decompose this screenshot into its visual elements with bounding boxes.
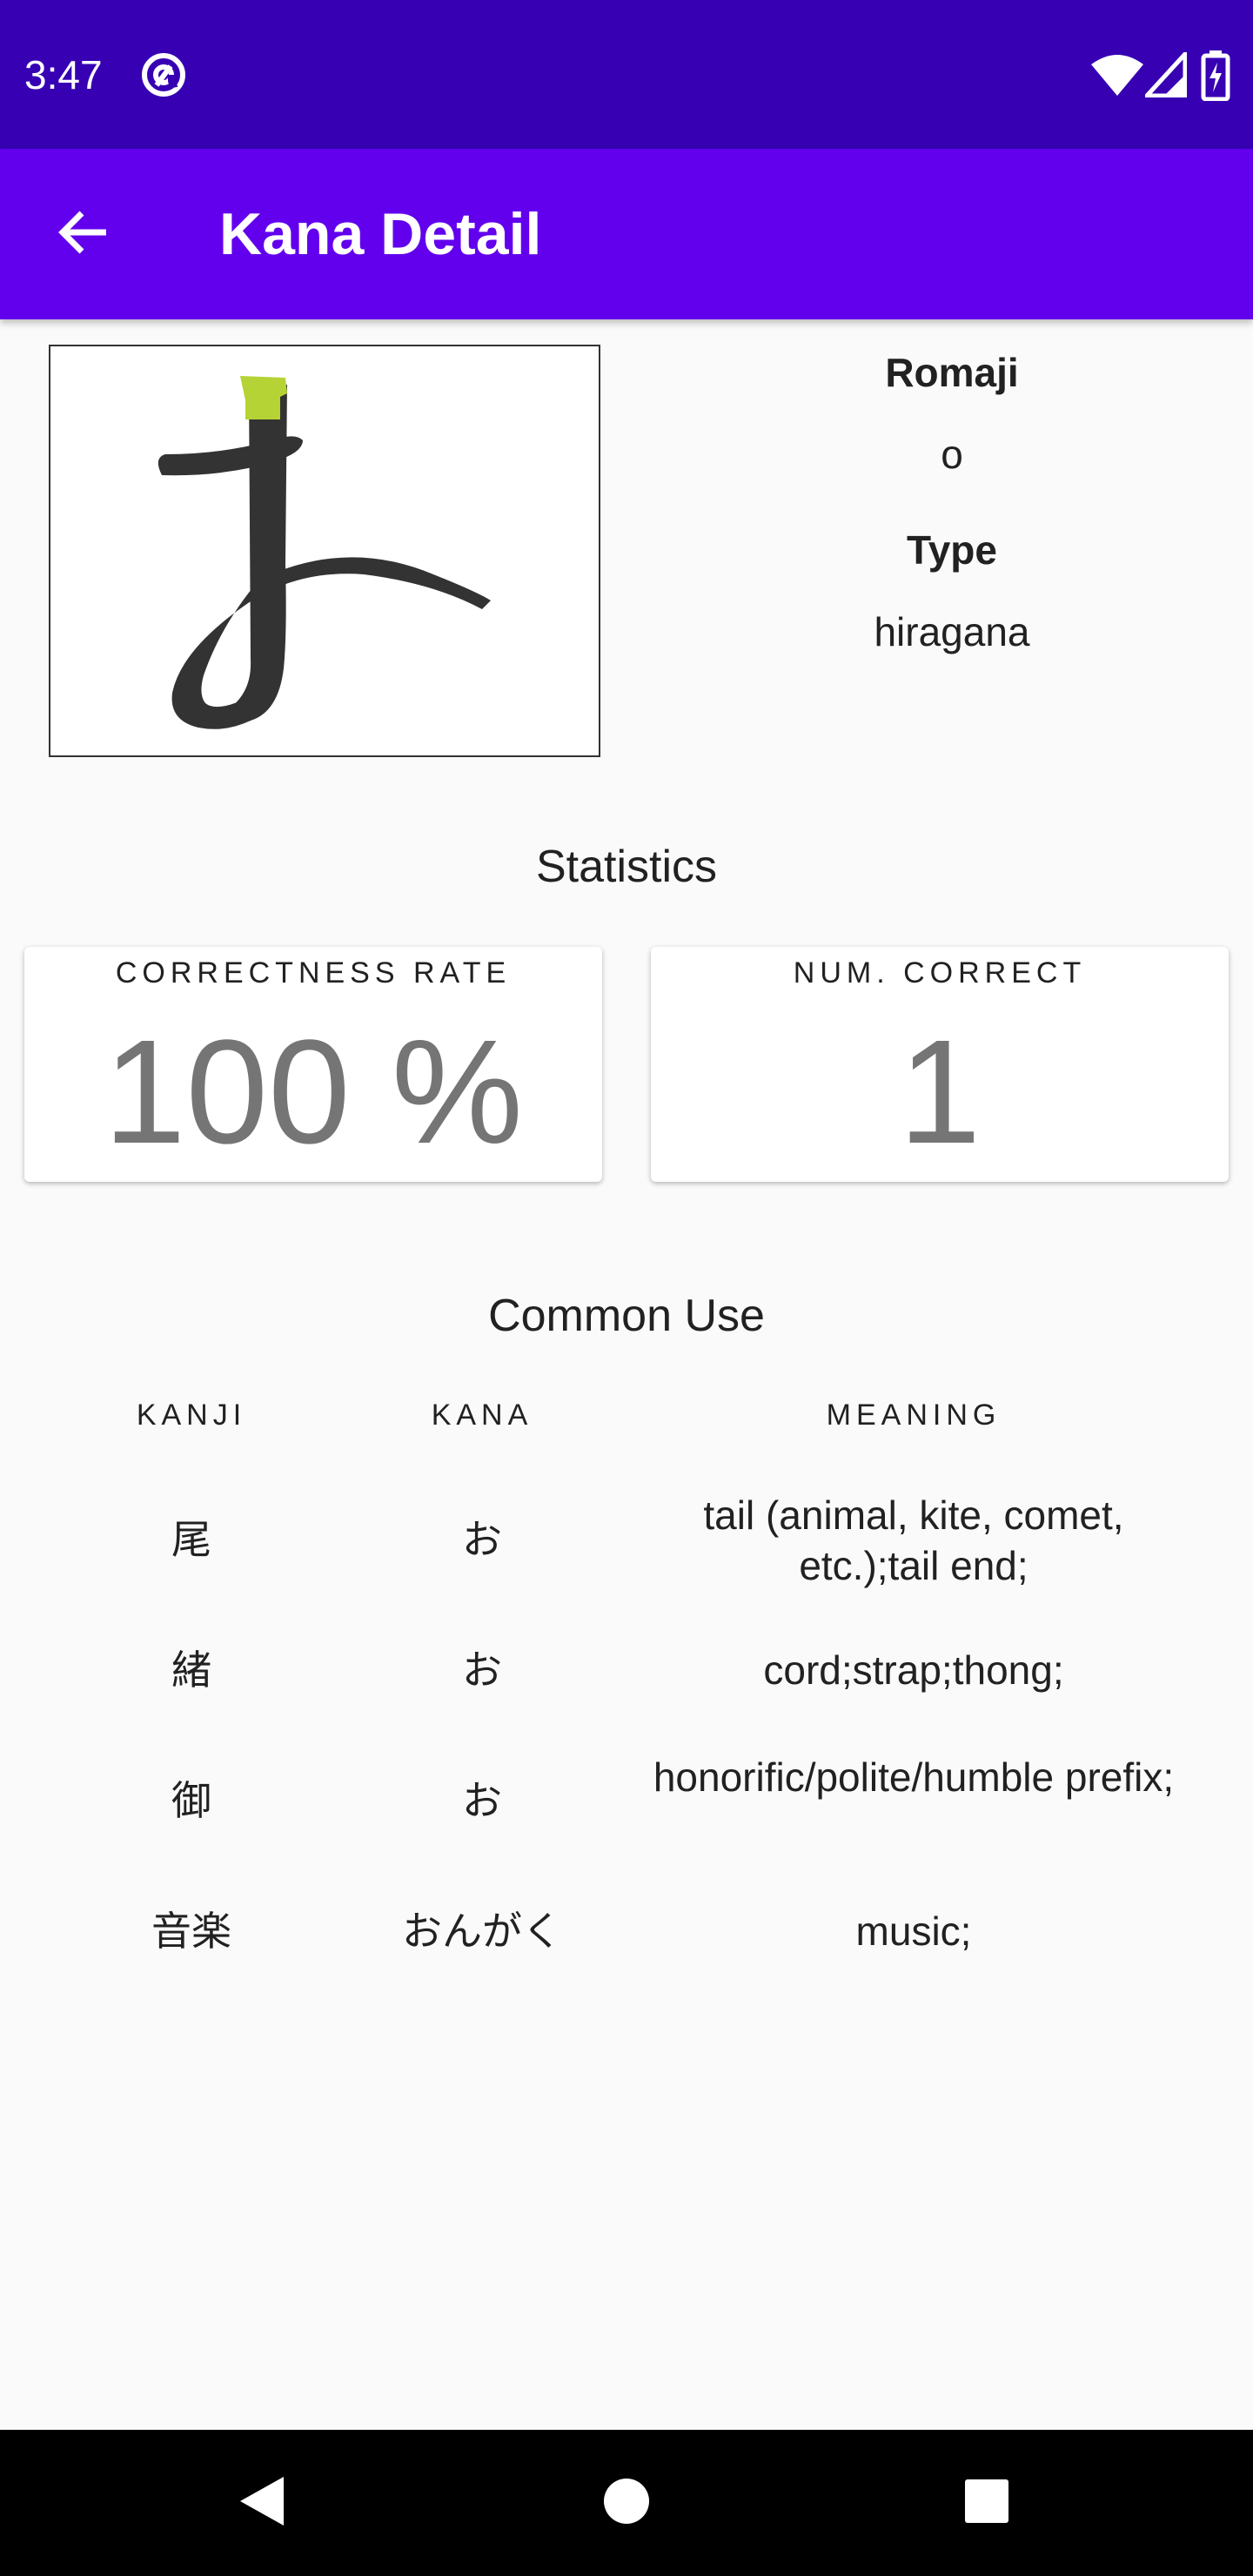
table-row-kanji: 御	[171, 1778, 211, 1823]
table-row-kanji: 緒	[171, 1647, 211, 1693]
back-triangle-icon	[235, 2473, 287, 2533]
signal-icon	[1142, 48, 1188, 102]
correctness-rate-label: CORRECTNESS RATE	[115, 956, 512, 989]
table-row-kana: お	[462, 1517, 502, 1562]
back-button[interactable]	[37, 187, 131, 281]
nav-back-button[interactable]	[221, 2463, 301, 2543]
at-sign-icon	[139, 50, 188, 104]
status-bar: 3:47	[0, 0, 1253, 149]
header-meaning: MEANING	[826, 1399, 1002, 1432]
navigation-bar	[0, 2430, 1253, 2576]
recents-square-icon	[964, 2479, 1009, 2528]
correctness-rate-card: CORRECTNESS RATE 100 %	[24, 947, 602, 1182]
num-correct-card: NUM. CORRECT 1	[651, 947, 1229, 1182]
table-row-kanji: 音楽	[151, 1909, 231, 1954]
battery-charging-icon	[1201, 49, 1230, 105]
header-kanji: KANJI	[136, 1399, 247, 1432]
table-row-meaning: cord;strap;thong;	[763, 1647, 1064, 1693]
home-circle-icon	[602, 2477, 651, 2530]
romaji-label: Romaji	[885, 350, 1019, 395]
statistics-title: Statistics	[535, 842, 718, 892]
num-correct-label: NUM. CORRECT	[793, 956, 1087, 989]
header-kana: KANA	[431, 1399, 533, 1432]
correctness-rate-value: 100 %	[103, 1010, 524, 1175]
kana-character: お	[599, 346, 600, 347]
type-label: Type	[907, 527, 997, 573]
table-row-meaning: tail (animal, kite, comet, etc.);tail en…	[703, 1493, 1124, 1588]
kana-info: Romaji o Type hiragana	[679, 339, 1225, 656]
status-time: 3:47	[24, 52, 103, 97]
kana-stroke-image: お	[49, 345, 600, 757]
nav-home-button[interactable]	[586, 2463, 667, 2543]
nav-recents-button[interactable]	[947, 2463, 1027, 2543]
page-title: Kana Detail	[219, 201, 542, 267]
arrow-back-icon	[56, 205, 111, 265]
table-row-meaning: honorific/polite/humble prefix;	[653, 1754, 1175, 1800]
table-row-kana: お	[462, 1647, 502, 1693]
app-bar: Kana Detail	[0, 149, 1253, 319]
table-row-kanji: 尾	[171, 1517, 211, 1562]
romaji-value: o	[941, 432, 963, 477]
common-use-title: Common Use	[488, 1291, 765, 1341]
wifi-icon	[1089, 52, 1145, 102]
num-correct-value: 1	[898, 1010, 982, 1175]
table-row-meaning: music;	[855, 1909, 972, 1954]
table-row-kana: おんがく	[402, 1909, 562, 1954]
table-row-kana: お	[462, 1778, 502, 1823]
type-value: hiragana	[874, 609, 1030, 654]
